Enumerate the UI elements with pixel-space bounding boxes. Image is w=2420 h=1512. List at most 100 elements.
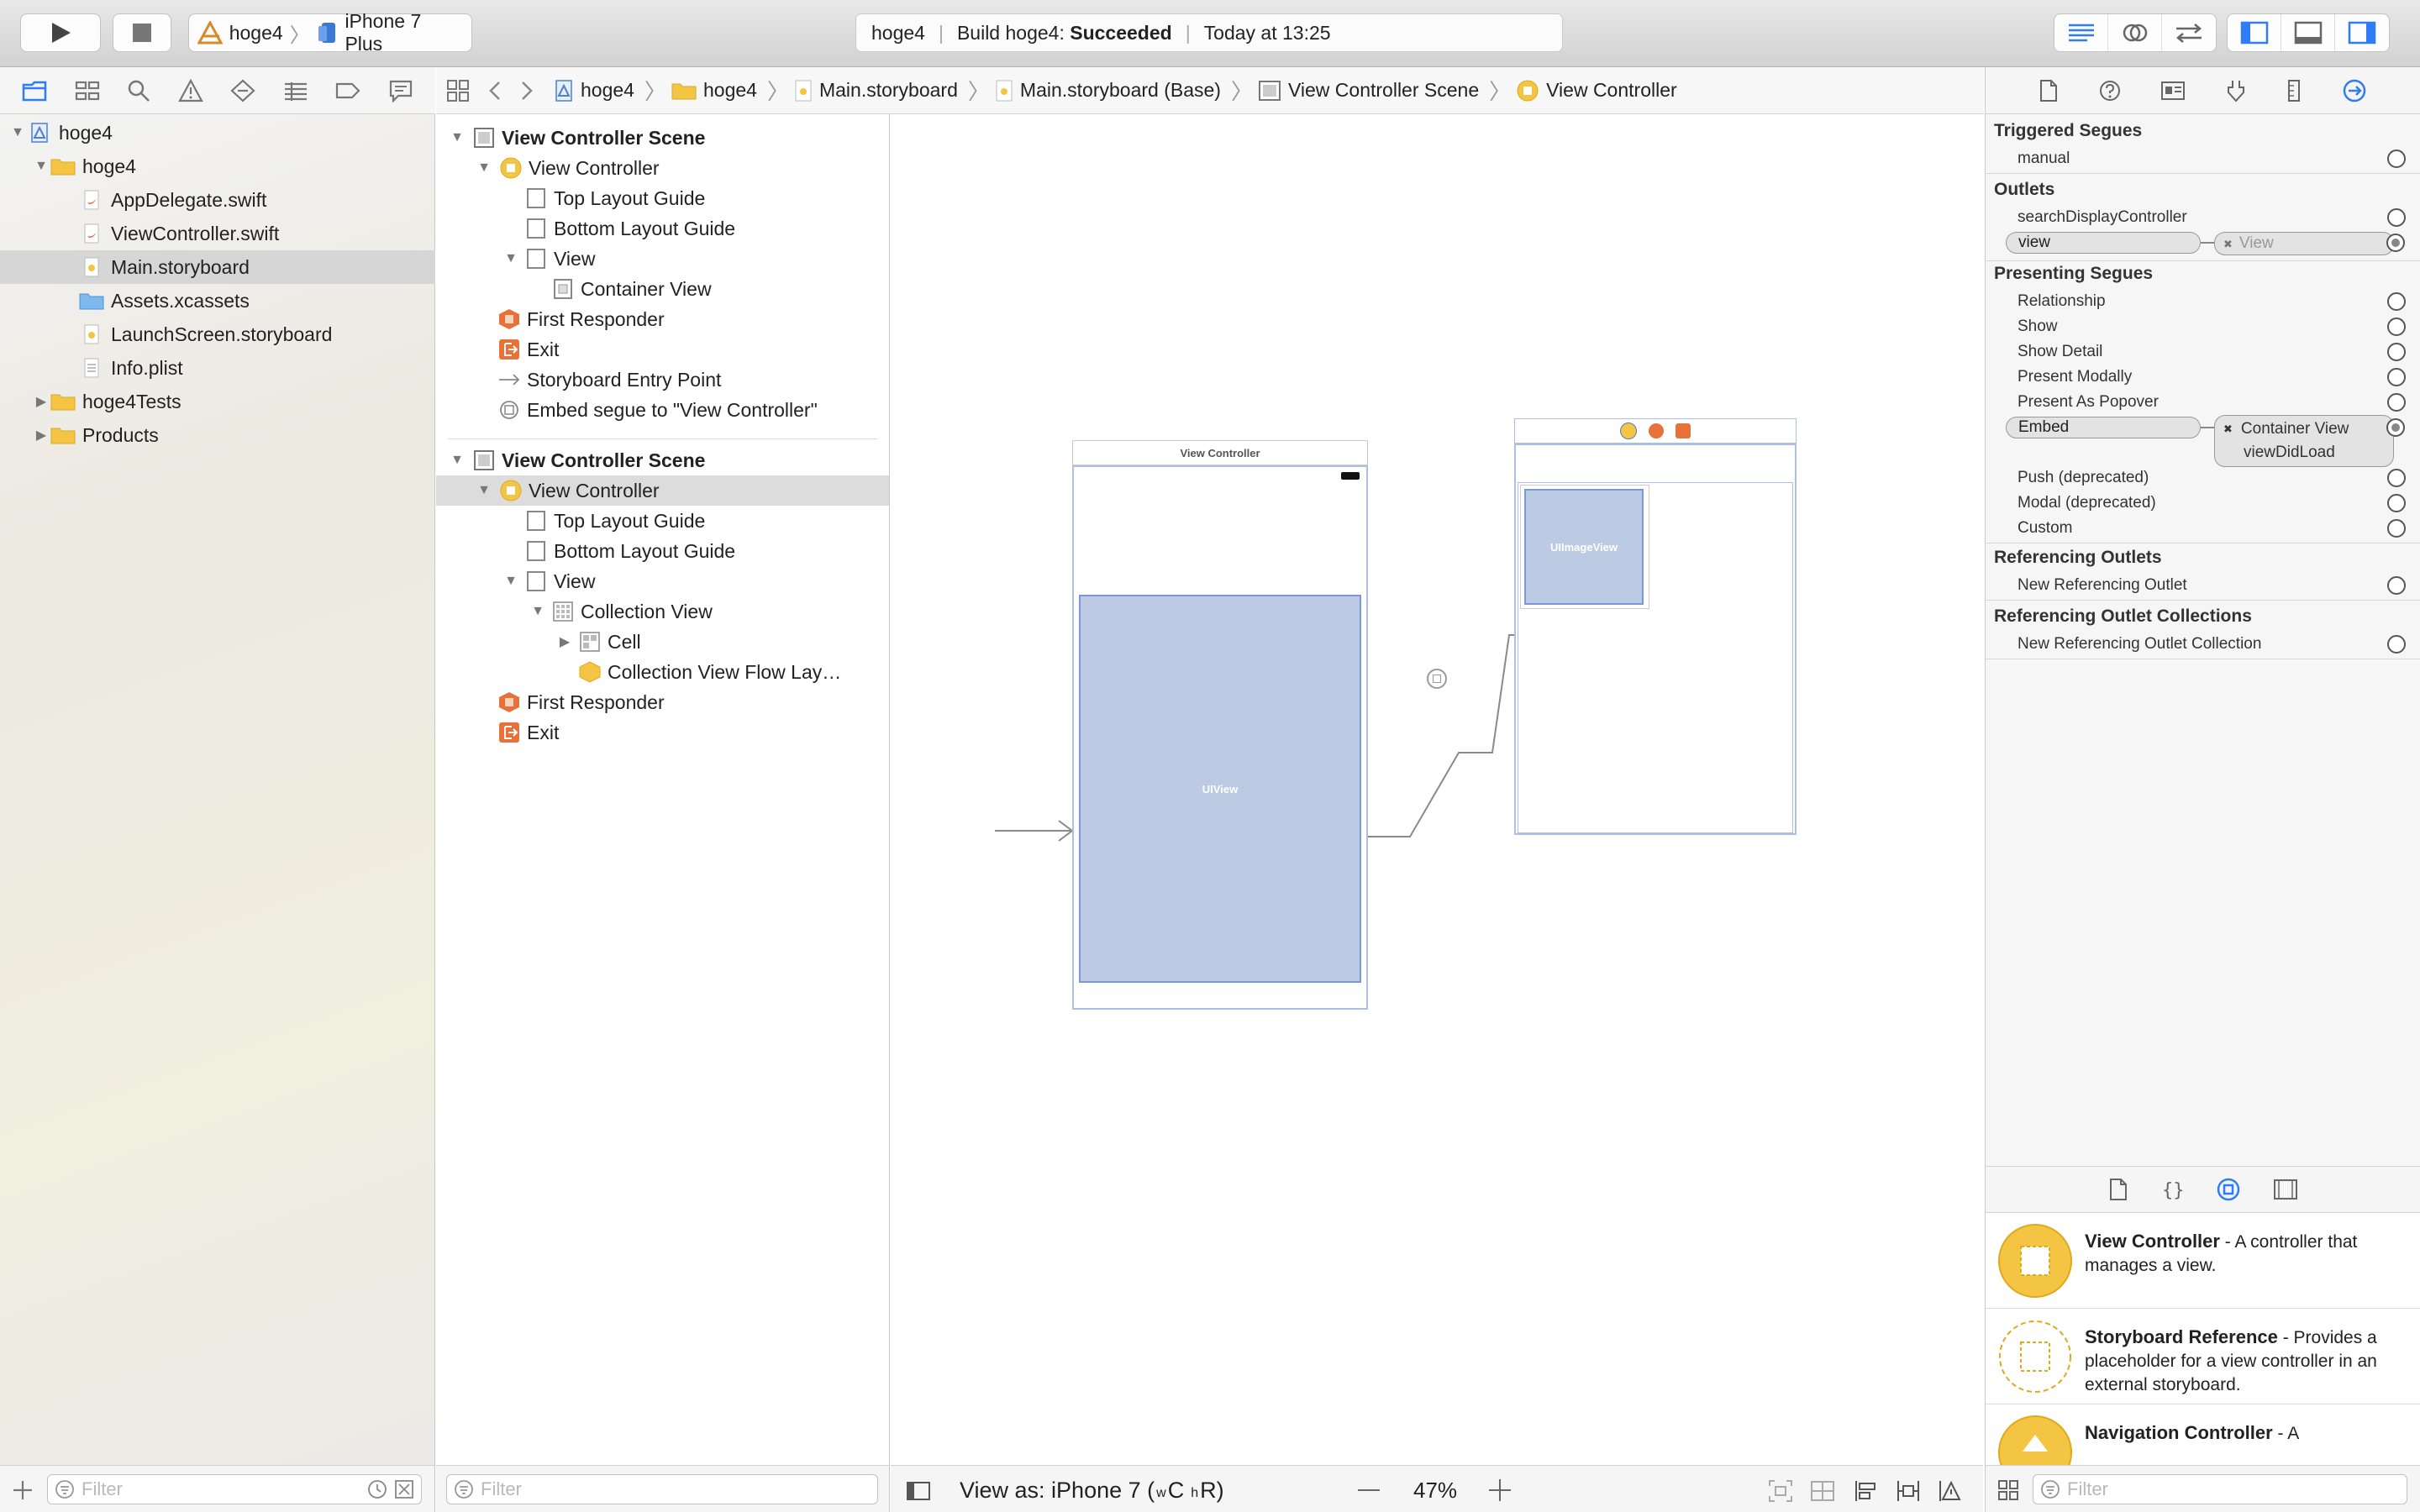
disclosure-open-icon[interactable]: ▼ [32,157,50,176]
connection-circle[interactable] [2387,519,2406,538]
find-navigator-icon[interactable] [127,79,150,102]
disclosure-open-icon[interactable]: ▼ [502,572,520,591]
connection-circle[interactable] [2387,393,2406,412]
outline-container-view[interactable]: Container View [436,274,889,304]
connection-row-new-referencing-outlet-collection[interactable]: New Referencing Outlet Collection [1986,632,2420,657]
nav-item-project[interactable]: ▼ hoge4 [0,116,435,150]
storyboard-canvas[interactable]: View Controller UIView UIImageView [891,114,1983,1465]
connection-circle[interactable] [2387,150,2406,168]
connection-circle[interactable] [2387,635,2406,654]
project-navigator-icon[interactable] [22,80,47,102]
connection-circle[interactable] [2387,318,2406,336]
quick-help-icon[interactable] [2098,79,2122,102]
nav-item-viewcontroller[interactable]: ViewController.swift [0,217,435,250]
disclosure-open-icon[interactable]: ▼ [448,451,466,470]
disclosure-closed-icon[interactable]: ▶ [32,426,50,444]
remove-connection-icon[interactable]: ✖ [2223,417,2233,441]
outline-scene[interactable]: ▼ View Controller Scene [436,123,889,153]
toggle-navigator-button[interactable] [2228,14,2281,51]
resolve-auto-layout-icon[interactable] [1938,1479,1963,1503]
connection-row-present-as-popover[interactable]: Present As Popover [1986,390,2420,415]
breadcrumb-project[interactable]: hoge4 [554,79,634,102]
connection-circle[interactable] [2387,208,2406,227]
related-items-grid-icon[interactable] [446,79,470,102]
navigator-filter-field[interactable]: Filter [47,1474,422,1504]
disclosure-open-icon[interactable]: ▼ [502,249,520,268]
breadcrumb-localization[interactable]: Main.storyboard (Base) [995,79,1221,102]
library-filter-field[interactable]: Filter [2033,1474,2407,1504]
disclosure-closed-icon[interactable]: ▶ [32,392,50,411]
nav-item-assets[interactable]: Assets.xcassets [0,284,435,318]
outline-bottom-layout-guide[interactable]: Bottom Layout Guide [436,213,889,244]
nav-item-hoge4tests[interactable]: ▶ hoge4Tests [0,385,435,418]
entry-point-arrow[interactable] [995,818,1079,843]
file-inspector-icon[interactable] [2039,79,2059,102]
assistant-editor-button[interactable] [2108,14,2162,51]
segue-embed-pill[interactable]: Embed [2006,417,2201,438]
outline-view[interactable]: ▼ View [436,244,889,274]
embedded-view-controller-scene[interactable]: UIImageView [1514,444,1797,835]
outline-top-layout-guide[interactable]: Top Layout Guide [436,183,889,213]
zoom-in-icon[interactable] [1489,1479,1511,1501]
outline-filter-field[interactable]: Filter [446,1474,878,1504]
connection-row-present-modally[interactable]: Present Modally [1986,365,2420,390]
zoom-out-icon[interactable] [1358,1488,1380,1492]
outline-storyboard-entry-point[interactable]: Storyboard Entry Point [436,365,889,395]
nav-item-main-storyboard[interactable]: Main.storyboard [0,250,435,284]
object-library-icon[interactable] [2216,1177,2241,1202]
add-icon[interactable] [12,1479,34,1501]
remove-connection-icon[interactable]: ✖ [2223,238,2233,250]
breadcrumb-group[interactable]: hoge4 [671,79,757,102]
disclosure-open-icon[interactable]: ▼ [475,159,493,177]
align-icon[interactable] [1854,1479,1879,1503]
outline-view[interactable]: ▼ View [436,566,889,596]
outline-flow-layout[interactable]: Collection View Flow Lay… [436,657,889,687]
scene-title-bar[interactable]: View Controller [1072,440,1368,465]
outlet-view-pill[interactable]: view [2006,232,2201,254]
connection-row-modal[interactable]: Modal (deprecated) [1986,491,2420,516]
connection-circle[interactable] [2387,469,2406,487]
collection-view-frame[interactable]: UIImageView [1518,482,1793,833]
scene-dock[interactable] [1514,418,1797,444]
disclosure-open-icon[interactable]: ▼ [8,123,27,142]
breadcrumb-view-controller[interactable]: View Controller [1516,79,1677,102]
segue-embed-target[interactable]: ✖ Container View viewDidLoad [2214,415,2394,467]
disclosure-open-icon[interactable]: ▼ [448,129,466,147]
outline-view-controller[interactable]: ▼ View Controller [436,475,889,506]
attributes-inspector-icon[interactable] [2225,79,2247,102]
view-controller-scene[interactable]: UIView [1072,465,1368,1010]
version-editor-button[interactable] [2162,14,2216,51]
breadcrumb-scene[interactable]: View Controller Scene [1258,79,1479,102]
connection-row-show-detail[interactable]: Show Detail [1986,339,2420,365]
disclosure-closed-icon[interactable]: ▶ [555,633,574,651]
outline-top-layout-guide[interactable]: Top Layout Guide [436,506,889,536]
exit-icon[interactable] [1676,423,1691,438]
connection-row-push[interactable]: Push (deprecated) [1986,465,2420,491]
segue-badge-icon[interactable] [1427,669,1447,689]
symbol-navigator-icon[interactable] [75,80,100,102]
connection-circle[interactable] [2386,418,2405,437]
grid-view-icon[interactable] [1997,1479,2019,1501]
outline-cell[interactable]: ▶ Cell [436,627,889,657]
library-item-navigation-controller[interactable]: Navigation Controller - A [1986,1404,2420,1465]
nav-item-info-plist[interactable]: Info.plist [0,351,435,385]
toggle-outline-icon[interactable] [906,1481,931,1501]
outline-view-controller[interactable]: ▼ View Controller [436,153,889,183]
connection-circle[interactable] [2387,292,2406,311]
update-frames-icon[interactable] [1768,1479,1793,1503]
size-inspector-icon[interactable] [2286,79,2302,102]
back-chevron-icon[interactable] [487,79,503,102]
nav-item-products[interactable]: ▶ Products [0,418,435,452]
connection-row-relationship[interactable]: Relationship [1986,289,2420,314]
outline-bottom-layout-guide[interactable]: Bottom Layout Guide [436,536,889,566]
disclosure-open-icon[interactable]: ▼ [475,481,493,500]
connection-circle[interactable] [2387,368,2406,386]
collection-cell-frame[interactable]: UIImageView [1520,485,1649,609]
nav-item-group-hoge4[interactable]: ▼ hoge4 [0,150,435,183]
outline-exit[interactable]: Exit [436,334,889,365]
connection-circle[interactable] [2386,234,2405,252]
file-template-library-icon[interactable] [2108,1178,2128,1201]
code-snippet-library-icon[interactable]: {} [2160,1178,2184,1201]
connection-circle[interactable] [2387,494,2406,512]
stack-icon[interactable] [1810,1479,1835,1503]
